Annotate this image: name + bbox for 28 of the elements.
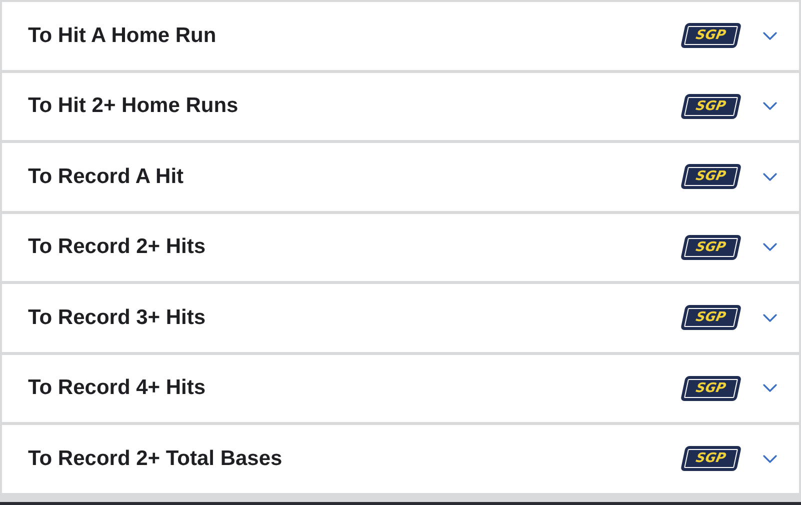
sgp-badge: SGP [680, 305, 742, 330]
sgp-badge: SGP [680, 376, 742, 401]
market-row[interactable]: To Record 2+ Total Bases SGP [2, 425, 799, 492]
market-row[interactable]: To Record A Hit SGP [2, 143, 799, 210]
market-title: To Hit 2+ Home Runs [28, 94, 240, 118]
chevron-icon[interactable] [763, 102, 777, 110]
market-title: To Record A Hit [28, 164, 185, 189]
market-title: To Hit A Home Run [28, 24, 218, 48]
market-title: To Record 2+ Hits [28, 235, 207, 260]
sgp-badge: SGP [680, 164, 742, 190]
sgp-badge: SGP [680, 446, 742, 472]
sgp-badge: SGP [680, 234, 742, 260]
chevron-icon[interactable] [763, 243, 777, 252]
chevron-icon[interactable] [763, 314, 777, 322]
market-row[interactable]: To Hit 2+ Home Runs SGP [2, 72, 799, 140]
market-row[interactable]: To Record 2+ Hits SGP [2, 214, 799, 281]
chevron-icon[interactable] [763, 32, 777, 40]
market-title: To Record 2+ Total Bases [28, 446, 284, 471]
chevron-icon[interactable] [763, 454, 777, 463]
chevron-icon[interactable] [763, 172, 777, 181]
sgp-badge: SGP [680, 23, 742, 48]
market-row[interactable]: To Record 3+ Hits SGP [2, 284, 799, 352]
market-title: To Record 3+ Hits [28, 306, 207, 330]
sgp-badge: SGP [680, 94, 742, 119]
market-title: To Record 4+ Hits [28, 376, 207, 400]
market-row[interactable]: To Hit A Home Run SGP [2, 2, 799, 70]
chevron-icon[interactable] [763, 384, 777, 392]
market-row[interactable]: To Record 4+ Hits SGP [2, 354, 799, 422]
